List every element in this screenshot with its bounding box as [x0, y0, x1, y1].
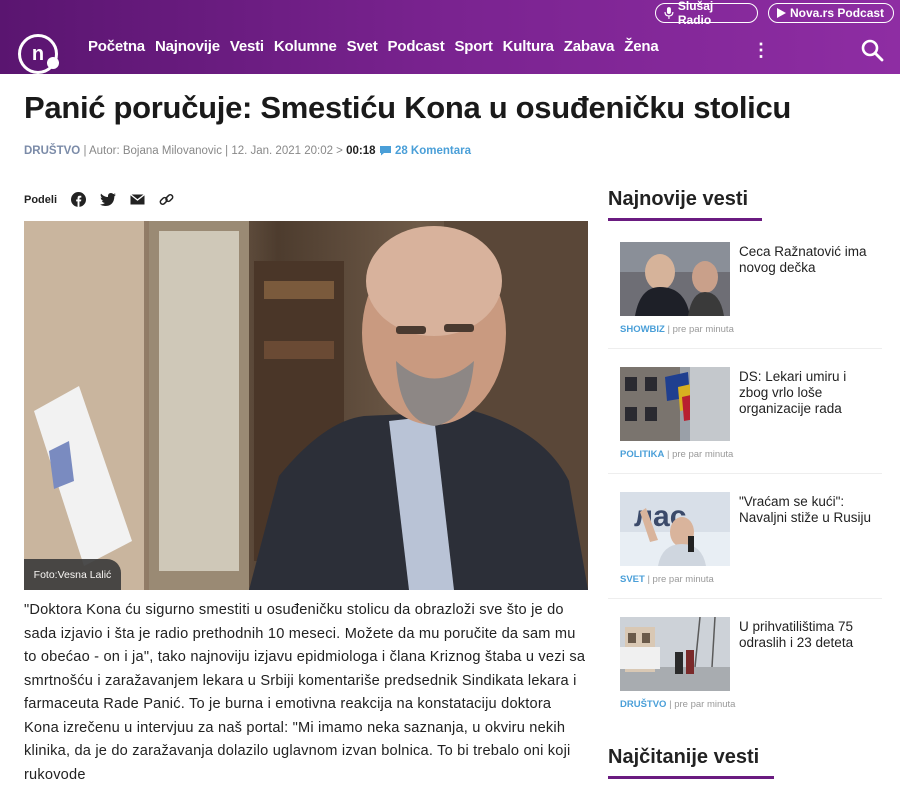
article-author-date: | Autor: Bojana Milovanovic | 12. Jan. 2… [83, 145, 347, 157]
news-info: POLITIKA | pre par minuta [620, 449, 733, 460]
twitter-icon[interactable] [100, 193, 117, 206]
nav-item-vesti[interactable]: Vesti [230, 38, 264, 55]
play-icon [777, 8, 786, 18]
nav-item-sport[interactable]: Sport [455, 38, 493, 55]
article-category[interactable]: DRUŠTVO [24, 145, 80, 157]
listen-radio-label: Slušaj Radio [677, 0, 714, 27]
news-thumbnail [620, 242, 730, 316]
nav-item-kolumne[interactable]: Kolumne [274, 38, 337, 55]
main-nav: Početna Najnovije Vesti Kolumne Svet Pod… [88, 38, 669, 55]
microphone-icon [664, 7, 674, 19]
divider [608, 473, 882, 474]
sidebar-news-item[interactable]: U prihvatilištima 75 odraslih i 23 detet… [608, 607, 882, 719]
nav-item-kultura[interactable]: Kultura [503, 38, 554, 55]
divider [608, 348, 882, 349]
news-info: SHOWBIZ | pre par minuta [620, 324, 734, 335]
sidebar-news-item[interactable]: DS: Lekari umiru i zbog vrlo loše organi… [608, 357, 882, 469]
nav-item-svet[interactable]: Svet [347, 38, 378, 55]
news-time: | pre par minuta [664, 324, 734, 335]
nav-item-pocetna[interactable]: Početna [88, 38, 145, 55]
nova-logo[interactable]: n [18, 34, 59, 74]
article-photo [24, 221, 588, 590]
latest-news-heading: Najnovije vesti [608, 188, 762, 221]
news-time: | pre par minuta [666, 699, 736, 710]
news-category[interactable]: SHOWBIZ [620, 324, 665, 335]
nav-item-zabava[interactable]: Zabava [564, 38, 615, 55]
news-thumbnail [620, 617, 730, 691]
nav-item-podcast[interactable]: Podcast [388, 38, 445, 55]
podcast-label: Nova.rs Podcast [790, 6, 885, 20]
nav-item-najnovije[interactable]: Najnovije [155, 38, 220, 55]
comment-icon [379, 146, 391, 156]
news-title[interactable]: "Vraćam se kući": Navaljni stiže u Rusij… [739, 494, 879, 526]
listen-radio-button[interactable]: Slušaj Radio [655, 0, 758, 27]
article-title: Panić poručuje: Smestiću Kona u osuđenič… [24, 90, 792, 125]
link-icon[interactable] [159, 192, 174, 207]
photo-caption: Foto:Vesna Lalić [24, 559, 121, 590]
heading-underline [608, 776, 774, 779]
news-info: DRUŠTVO | pre par minuta [620, 699, 735, 710]
news-category[interactable]: POLITIKA [620, 449, 664, 460]
podcast-button[interactable]: Nova.rs Podcast [768, 3, 894, 23]
latest-news-heading-text: Najnovije vesti [608, 188, 749, 210]
search-icon[interactable] [860, 38, 884, 62]
share-label: Podeli [24, 193, 58, 206]
read-duration: 00:18 [346, 145, 376, 157]
kebab-menu-icon[interactable]: ⋮ [752, 40, 770, 61]
news-title[interactable]: U prihvatilištima 75 odraslih i 23 detet… [739, 619, 879, 651]
news-time: | pre par minuta [644, 574, 714, 585]
news-title[interactable]: Ceca Ražnatović ima novog dečka [739, 244, 879, 276]
news-thumbnail: лас [620, 492, 730, 566]
share-bar: Podeli [24, 192, 174, 207]
news-title[interactable]: DS: Lekari umiru i zbog vrlo loše organi… [739, 369, 879, 417]
nav-item-zena[interactable]: Žena [624, 38, 658, 55]
email-icon[interactable] [130, 194, 145, 205]
article-meta: DRUŠTVO | Autor: Bojana Milovanovic | 12… [24, 145, 471, 157]
facebook-icon[interactable] [71, 192, 87, 207]
most-read-heading: Najčitanije vesti [608, 746, 774, 779]
portrait-illustration [24, 221, 588, 590]
divider [608, 598, 882, 599]
most-read-heading-text: Najčitanije vesti [608, 746, 760, 768]
news-category[interactable]: SVET [620, 574, 645, 585]
logo-letter: n [31, 42, 45, 65]
news-thumbnail [620, 367, 730, 441]
news-category[interactable]: DRUŠTVO [620, 699, 666, 710]
article-body: "Doktora Kona ću sigurno smestiti u osuđ… [24, 602, 586, 783]
news-info: SVET | pre par minuta [620, 574, 714, 585]
news-time: | pre par minuta [664, 449, 734, 460]
top-navigation-bar: n Početna Najnovije Vesti Kolumne Svet P… [0, 0, 900, 74]
sidebar-news-item[interactable]: лас "Vraćam se kući": Navaljni stiže u R… [608, 482, 882, 594]
heading-underline [608, 218, 762, 221]
comments-link[interactable]: 28 Komentara [395, 145, 471, 157]
sidebar-news-item[interactable]: Ceca Ražnatović ima novog dečka SHOWBIZ … [608, 232, 882, 344]
